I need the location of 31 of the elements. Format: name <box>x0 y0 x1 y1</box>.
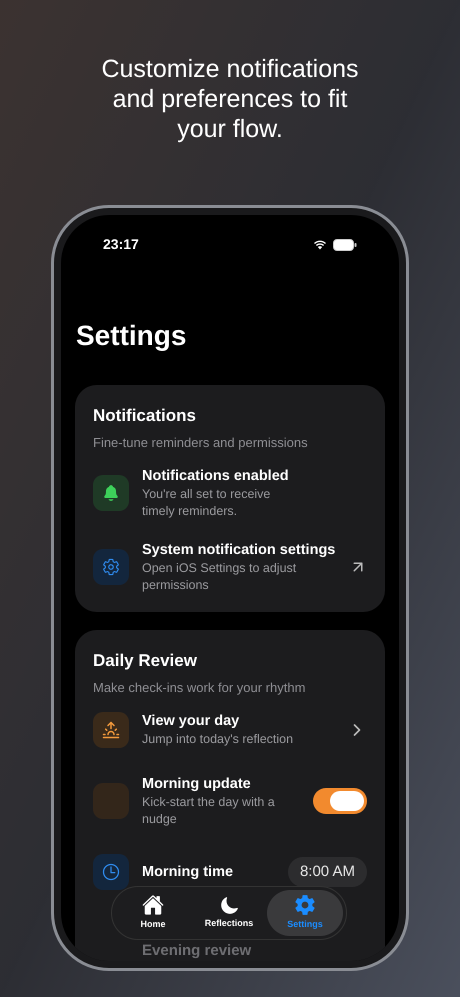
row-subtitle: Kick-start the day with a nudge <box>142 794 276 828</box>
battery-icon <box>333 238 357 250</box>
status-time: 23:17 <box>103 235 139 254</box>
card-subtitle: Fine-tune reminders and permissions <box>93 434 309 452</box>
row-title: Notifications enabled <box>142 467 290 486</box>
card-title: Notifications <box>93 405 197 427</box>
row-title: Morning time <box>142 863 234 882</box>
sunrise-icon <box>102 720 120 738</box>
home-icon <box>142 894 164 916</box>
row-title: Evening review <box>142 942 252 959</box>
time-button[interactable]: 8:00 AM <box>288 857 367 887</box>
row-title: View your day <box>142 712 240 731</box>
card-title: Daily Review <box>93 650 198 672</box>
wifi-icon <box>313 239 327 250</box>
row-subtitle: You're all set to receive timely reminders. <box>142 486 272 520</box>
settings-icon <box>294 894 316 916</box>
gear-icon <box>102 558 120 576</box>
card-subtitle: Make check-ins work for your rhythm <box>93 678 306 697</box>
row-subtitle: Open iOS Settings to adjust permissions <box>142 560 298 594</box>
moon-icon <box>220 896 238 915</box>
page-title: Settings <box>76 319 188 353</box>
bell-icon <box>102 484 120 502</box>
tab-item[interactable]: Reflections <box>191 890 267 936</box>
tab-item[interactable]: Home <box>115 890 191 936</box>
row-title: System notification settings <box>142 541 336 560</box>
row-title: Morning update <box>142 775 252 794</box>
headline: Customize notifications and preferences to fit your flow. <box>100 54 360 144</box>
row-subtitle: Jump into today's reflection <box>142 731 294 748</box>
icon-tile <box>93 783 129 819</box>
toggle-switch[interactable] <box>313 788 367 814</box>
clock-icon <box>101 862 121 882</box>
